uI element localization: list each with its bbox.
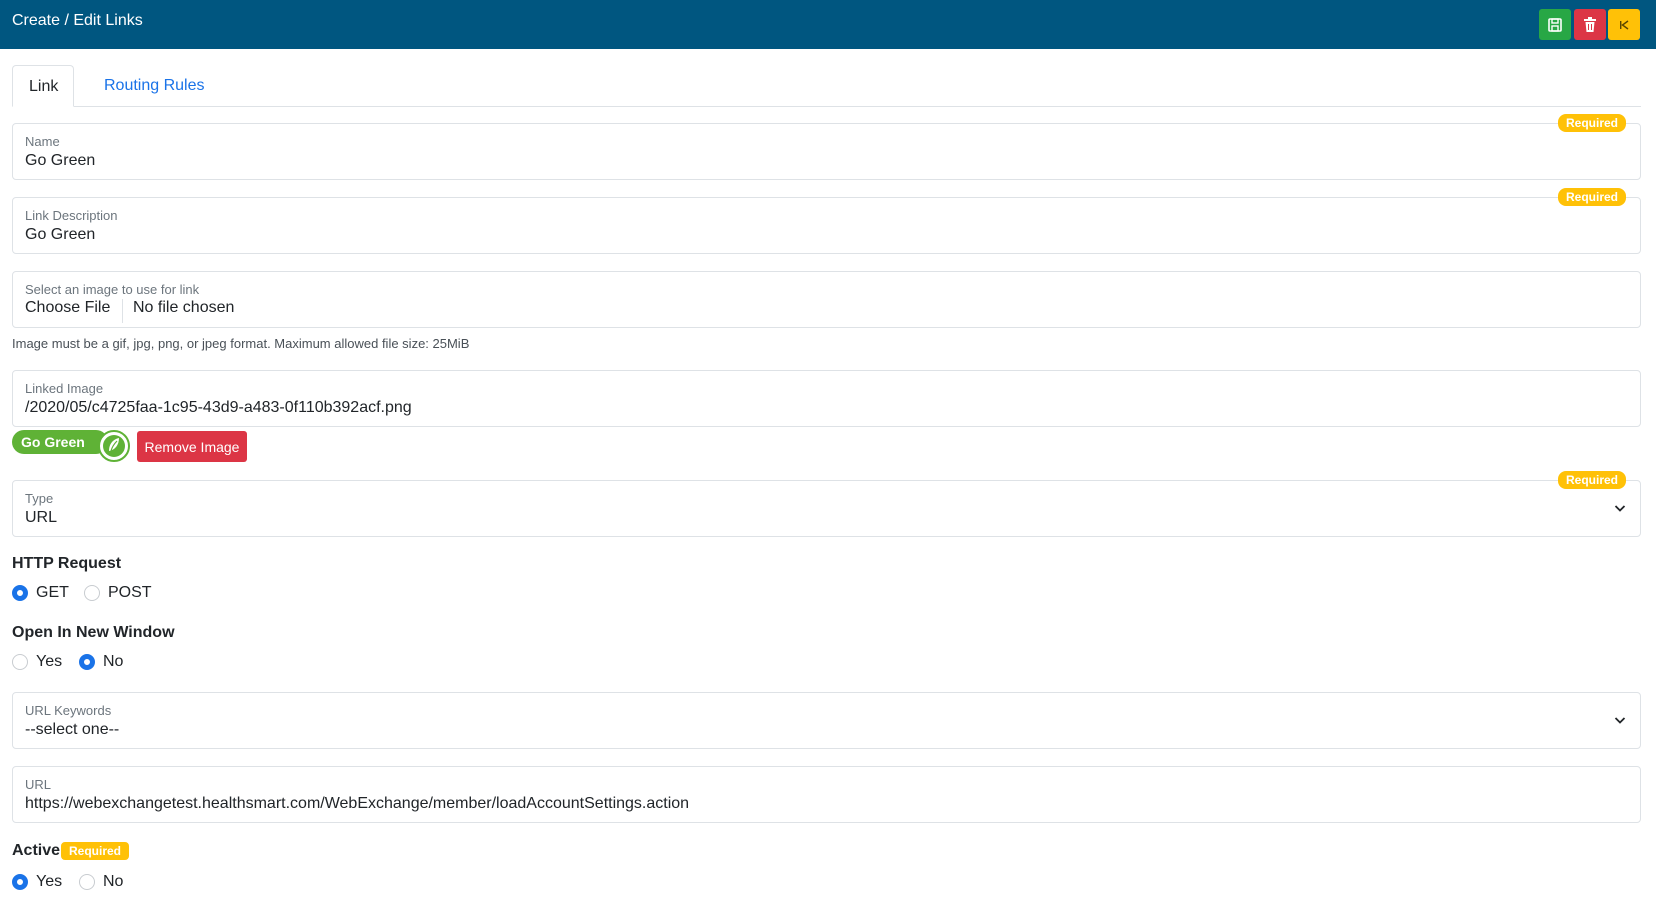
- http-request-label: HTTP Request: [12, 555, 122, 572]
- new-window-yes-label: Yes: [36, 653, 63, 670]
- new-window-yes-radio[interactable]: Yes: [12, 653, 62, 671]
- image-upload-field: Select an image to use for link Choose F…: [12, 271, 1641, 328]
- name-label: Name: [25, 134, 60, 149]
- active-no-label: No: [103, 873, 124, 890]
- radio-indicator: [79, 874, 95, 890]
- radio-selected-indicator: [12, 874, 28, 890]
- name-field[interactable]: Name Go Green: [12, 123, 1641, 180]
- type-label: Type: [25, 491, 54, 506]
- name-value: Go Green: [25, 152, 96, 169]
- type-select[interactable]: Type URL: [12, 480, 1641, 537]
- required-badge-name: Required: [1558, 114, 1627, 132]
- tab-routing-rules[interactable]: Routing Rules: [88, 65, 221, 107]
- radio-indicator: [12, 654, 28, 670]
- linked-image-field[interactable]: Linked Image /2020/05/c4725faa-1c95-43d9…: [12, 370, 1641, 427]
- url-keywords-value: --select one--: [25, 721, 120, 738]
- http-post-radio[interactable]: POST: [84, 584, 152, 602]
- type-value: URL: [25, 509, 58, 526]
- link-description-label: Link Description: [25, 208, 118, 223]
- active-label: Active: [12, 842, 61, 859]
- link-description-value: Go Green: [25, 226, 96, 243]
- chevron-down-icon: [1614, 505, 1626, 512]
- trash-icon: [1584, 16, 1596, 32]
- back-button[interactable]: [1608, 9, 1640, 40]
- radio-selected-indicator: [12, 585, 28, 601]
- open-new-window-label: Open In New Window: [12, 624, 175, 641]
- url-label: URL: [25, 777, 52, 792]
- linked-image-label: Linked Image: [25, 381, 104, 396]
- file-status: No file chosen: [133, 299, 235, 316]
- link-description-field[interactable]: Link Description Go Green: [12, 197, 1641, 254]
- image-help-text: Image must be a gif, jpg, png, or jpeg f…: [12, 336, 470, 351]
- active-no-radio[interactable]: No: [79, 873, 123, 891]
- remove-image-button[interactable]: Remove Image: [137, 431, 247, 462]
- logo-text: Go Green: [21, 434, 85, 450]
- http-get-radio[interactable]: GET: [12, 584, 69, 602]
- required-badge-description: Required: [1558, 188, 1627, 206]
- go-green-logo: Go Green: [12, 429, 132, 463]
- http-post-label: POST: [108, 584, 152, 601]
- delete-button[interactable]: [1574, 9, 1606, 40]
- url-field[interactable]: URL https://webexchangetest.healthsmart.…: [12, 766, 1641, 823]
- new-window-no-label: No: [103, 653, 124, 670]
- active-yes-radio[interactable]: Yes: [12, 873, 62, 891]
- tab-bar: Link Routing Rules: [12, 65, 1641, 107]
- url-keywords-label: URL Keywords: [25, 703, 112, 718]
- save-button[interactable]: [1539, 9, 1571, 40]
- linked-image-value: /2020/05/c4725faa-1c95-43d9-a483-0f110b3…: [25, 399, 412, 416]
- radio-indicator: [84, 585, 100, 601]
- tab-link[interactable]: Link: [12, 65, 74, 107]
- http-get-label: GET: [36, 584, 69, 601]
- choose-file-button[interactable]: Choose File: [25, 299, 124, 323]
- radio-selected-indicator: [79, 654, 95, 670]
- required-badge-type: Required: [1558, 471, 1627, 489]
- save-icon: [1548, 17, 1562, 32]
- url-keywords-select[interactable]: URL Keywords --select one--: [12, 692, 1641, 749]
- image-upload-label: Select an image to use for link: [25, 282, 200, 297]
- active-yes-label: Yes: [36, 873, 63, 890]
- new-window-no-radio[interactable]: No: [79, 653, 123, 671]
- header-bar: Create / Edit Links: [0, 0, 1656, 49]
- required-badge-active: Required: [61, 842, 130, 860]
- chevron-down-icon: [1614, 717, 1626, 724]
- step-back-icon: [1620, 19, 1629, 30]
- url-value: https://webexchangetest.healthsmart.com/…: [25, 795, 690, 812]
- page-title: Create / Edit Links: [12, 12, 143, 29]
